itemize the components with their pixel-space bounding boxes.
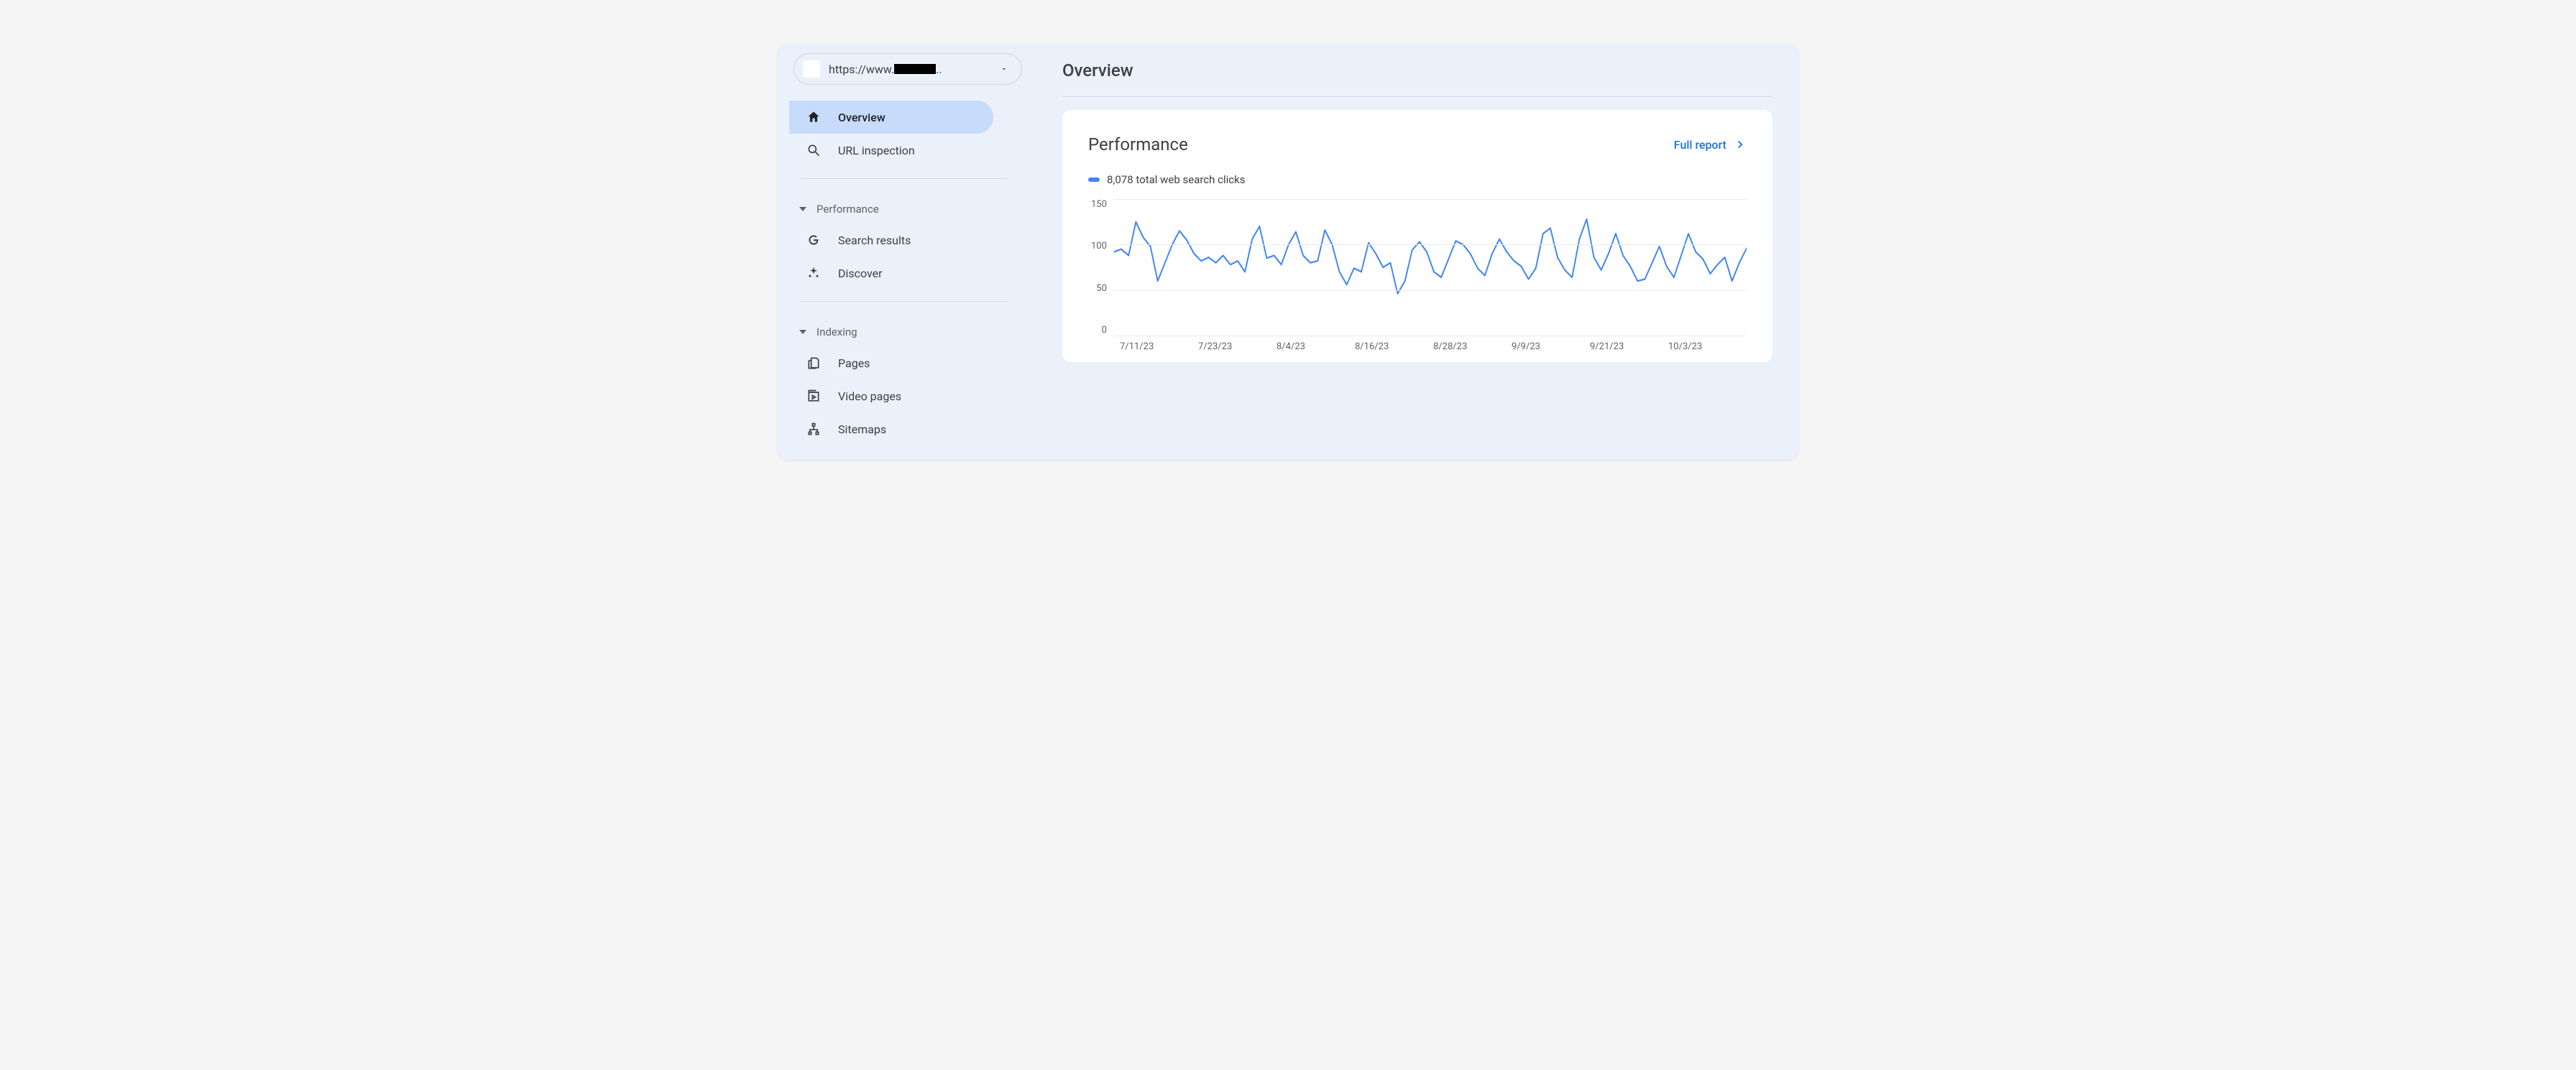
sidebar-item-label: Pages	[838, 356, 870, 370]
performance-card: Performance Full report 8,078 total web …	[1062, 110, 1772, 362]
divider	[1062, 96, 1772, 97]
sidebar-item-overview[interactable]: Overview	[789, 101, 993, 134]
sitemaps-icon	[805, 422, 822, 436]
chevron-down-icon	[1000, 63, 1008, 76]
sidebar-item-video-pages[interactable]: Video pages	[789, 379, 993, 412]
property-url-prefix: https://www.	[829, 63, 894, 76]
sidebar-item-pages[interactable]: Pages	[789, 346, 993, 379]
home-icon	[805, 110, 822, 124]
chart-plot-area	[1114, 199, 1747, 336]
pages-icon	[805, 356, 822, 370]
property-favicon	[803, 60, 820, 78]
property-url: https://www...	[829, 63, 1000, 76]
chart-line	[1114, 199, 1747, 336]
chart-legend: 8,078 total web search clicks	[1088, 173, 1747, 186]
chart: 150100500	[1091, 199, 1747, 336]
sidebar-item-label: Video pages	[838, 389, 901, 403]
sidebar-item-search-results[interactable]: Search results	[789, 223, 993, 257]
collapse-triangle-icon	[799, 207, 806, 211]
sidebar-item-label: Sitemaps	[838, 423, 886, 436]
page-title: Overview	[1062, 60, 1772, 96]
sidebar-section-performance[interactable]: Performance	[789, 195, 1036, 223]
discover-icon	[805, 266, 822, 280]
sidebar-item-url-inspection[interactable]: URL inspection	[789, 134, 993, 167]
collapse-triangle-icon	[799, 330, 806, 334]
card-header: Performance Full report	[1088, 134, 1747, 154]
search-icon	[805, 143, 822, 157]
sidebar-item-label: URL inspection	[838, 144, 915, 157]
sidebar-item-label: Overview	[838, 111, 886, 124]
sidebar-section-label: Performance	[816, 203, 879, 216]
property-url-ellipsis: ..	[936, 63, 942, 76]
property-selector[interactable]: https://www...	[794, 53, 1022, 85]
app-window: https://www... Overview URL inspection P…	[778, 43, 1798, 460]
divider	[801, 301, 1008, 302]
chart-x-axis: 7/11/237/23/238/4/238/16/238/28/239/9/23…	[1120, 341, 1747, 352]
property-url-redacted	[894, 64, 936, 74]
video-pages-icon	[805, 389, 822, 403]
card-title: Performance	[1088, 134, 1188, 154]
sidebar-section-label: Indexing	[816, 326, 857, 338]
chevron-right-icon	[1734, 138, 1747, 151]
full-report-label: Full report	[1674, 138, 1726, 152]
sidebar-item-label: Discover	[838, 267, 883, 280]
sidebar-item-discover[interactable]: Discover	[789, 257, 993, 290]
sidebar: https://www... Overview URL inspection P…	[778, 43, 1036, 460]
sidebar-item-sitemaps[interactable]: Sitemaps	[789, 412, 993, 446]
sidebar-item-label: Search results	[838, 234, 911, 247]
google-icon	[805, 233, 822, 247]
chart-y-axis: 150100500	[1091, 199, 1114, 336]
legend-text: 8,078 total web search clicks	[1107, 173, 1246, 186]
sidebar-section-indexing[interactable]: Indexing	[789, 318, 1036, 346]
main-content: Overview Performance Full report 8,078 t…	[1036, 43, 1798, 460]
divider	[801, 178, 1008, 179]
full-report-link[interactable]: Full report	[1674, 138, 1747, 152]
legend-swatch	[1088, 177, 1100, 182]
